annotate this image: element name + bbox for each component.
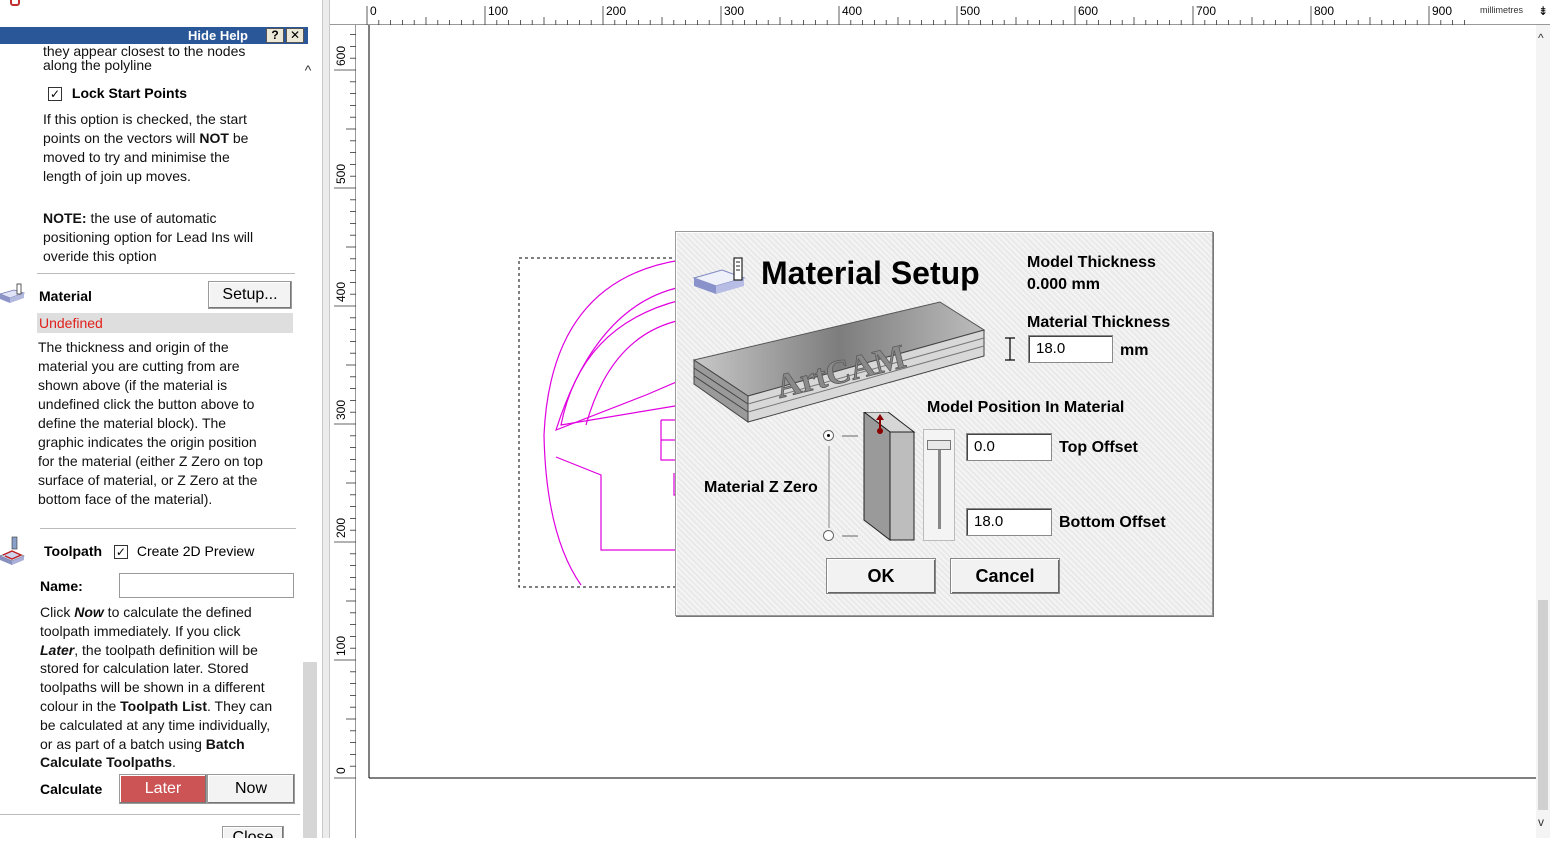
help-titlebar: Hide Help ? ✕ xyxy=(0,27,308,44)
lock-start-description: If this option is checked, the start poi… xyxy=(43,111,249,184)
left-ruler: 600 500 400 300 200 100 0 xyxy=(330,25,356,838)
top-ruler-tick-label: 900 xyxy=(1432,4,1452,18)
top-ruler-tick-label: 0 xyxy=(370,4,377,18)
material-setup-icon xyxy=(692,257,746,294)
lock-start-points-row: ✓ Lock Start Points xyxy=(48,85,188,102)
lock-start-label: Lock Start Points xyxy=(71,85,188,101)
top-ruler-tick-label: 500 xyxy=(960,4,980,18)
drawing-vectors[interactable] xyxy=(543,259,682,586)
material-block-icon xyxy=(0,283,26,303)
dialog-title: Material Setup xyxy=(761,255,980,291)
material-description-line: define the material block). The xyxy=(38,415,227,431)
help-close-button[interactable]: ✕ xyxy=(286,28,304,43)
top-ruler-tick-label: 400 xyxy=(842,4,862,18)
left-ruler-tick-label: 0 xyxy=(334,767,348,774)
left-ruler-tick-label: 100 xyxy=(334,636,348,656)
left-ruler-tick-label: 400 xyxy=(334,282,348,302)
slider-thumb[interactable] xyxy=(927,440,951,450)
selection-box[interactable] xyxy=(518,257,680,588)
help-scroll-up-icon[interactable]: ^ xyxy=(300,62,316,78)
top-ruler: 0 100 200 300 400 500 600 700 800 900 millimetres… xyxy=(330,0,1550,25)
lock-start-checkbox[interactable]: ✓ xyxy=(48,87,62,102)
app-corner-icon xyxy=(10,0,20,6)
material-description-line: bottom face of the material). xyxy=(38,491,213,507)
calculate-now-button[interactable]: Now xyxy=(207,774,295,804)
material-setup-button[interactable]: Setup... xyxy=(208,281,292,309)
material-description: The thickness and origin of the material … xyxy=(38,338,296,509)
material-description-line: material you are cutting from are xyxy=(38,358,240,374)
material-description-line: surface of material, or Z Zero at the xyxy=(38,472,258,488)
canvas-vertical-scrollbar[interactable]: ^ v xyxy=(1536,25,1550,838)
hide-help-button[interactable]: Hide Help xyxy=(188,28,248,43)
toolpath-name-input[interactable] xyxy=(119,573,294,598)
toolpath-label: Toolpath xyxy=(44,543,103,559)
material-description-line: undefined click the button above to xyxy=(38,396,255,412)
divider xyxy=(40,528,296,529)
toolpath-icon xyxy=(0,536,25,565)
material-label: Material xyxy=(39,288,92,304)
material-thickness-unit: mm xyxy=(1120,342,1149,359)
toolpath-row: Toolpath ✓ Create 2D Preview xyxy=(44,543,255,560)
material-description-line: The thickness and origin of the xyxy=(38,339,229,355)
toolpath-description: Click Now to calculate the defined toolp… xyxy=(40,604,273,771)
top-offset-label: Top Offset xyxy=(1059,439,1138,456)
help-intro-line2: along the polyline xyxy=(43,57,152,73)
cancel-button[interactable]: Cancel xyxy=(950,558,1060,594)
ruler-menu-icon[interactable]: ⇟ xyxy=(1538,4,1548,18)
material-thickness-label: Material Thickness xyxy=(1027,314,1171,331)
top-ruler-tick-label: 100 xyxy=(488,4,508,18)
bottom-offset-input[interactable]: 18.0 xyxy=(966,508,1052,536)
ruler-unit-label: millimetres xyxy=(1480,5,1524,15)
top-ruler-ticks: 0 100 200 300 400 500 600 700 800 900 xyxy=(366,4,1465,25)
calculate-later-button[interactable]: Later xyxy=(119,774,207,804)
material-setup-dialog: Material Setup Model Thickness 0.000 mm … xyxy=(675,231,1213,616)
left-ruler-tick-label: 300 xyxy=(334,400,348,420)
panel-splitter[interactable] xyxy=(322,0,330,838)
top-ruler-tick-label: 800 xyxy=(1314,4,1334,18)
create-preview-checkbox[interactable]: ✓ xyxy=(113,545,128,560)
model-thickness-label: Model Thickness xyxy=(1027,254,1156,271)
ok-button[interactable]: OK xyxy=(826,558,936,594)
left-ruler-tick-label: 500 xyxy=(334,164,348,184)
calculate-label: Calculate xyxy=(40,781,103,797)
help-panel: Hide Help ? ✕ they appear closest to the… xyxy=(0,0,322,838)
top-ruler-tick-label: 600 xyxy=(1078,4,1098,18)
z-zero-label: Material Z Zero xyxy=(704,479,818,496)
scroll-down-icon[interactable]: v xyxy=(1538,815,1544,829)
toolpath-name-label: Name: xyxy=(40,578,83,594)
divider xyxy=(0,814,300,815)
model-thickness-value: 0.000 mm xyxy=(1027,276,1100,293)
left-ruler-tick-label: 600 xyxy=(334,46,348,66)
help-question-button[interactable]: ? xyxy=(266,28,284,43)
left-ruler-tick-label: 200 xyxy=(334,518,348,538)
model-position-label: Model Position In Material xyxy=(927,399,1125,416)
position-slider[interactable] xyxy=(923,429,955,541)
help-scrollbar[interactable] xyxy=(303,662,317,838)
material-status: Undefined xyxy=(37,313,293,333)
left-ruler-ticks: 600 500 400 300 200 100 0 xyxy=(334,34,356,779)
material-description-line: for the material (either Z Zero on top xyxy=(38,453,263,469)
material-description-line: shown above (if the material is xyxy=(38,377,228,393)
close-panel-button[interactable]: Close xyxy=(222,826,284,838)
scroll-thumb[interactable] xyxy=(1538,600,1548,810)
material-thickness-input[interactable]: 18.0 xyxy=(1028,335,1113,363)
create-preview-label: Create 2D Preview xyxy=(136,543,255,559)
bottom-offset-label: Bottom Offset xyxy=(1059,514,1166,531)
divider xyxy=(37,273,295,274)
scroll-up-icon[interactable]: ^ xyxy=(1538,31,1544,45)
top-ruler-tick-label: 700 xyxy=(1196,4,1216,18)
help-note: NOTE: the use of automatic positioning o… xyxy=(43,210,254,264)
material-description-line: graphic indicates the origin position xyxy=(38,434,257,450)
top-ruler-tick-label: 200 xyxy=(606,4,626,18)
top-offset-input[interactable]: 0.0 xyxy=(966,433,1052,461)
top-ruler-tick-label: 300 xyxy=(724,4,744,18)
